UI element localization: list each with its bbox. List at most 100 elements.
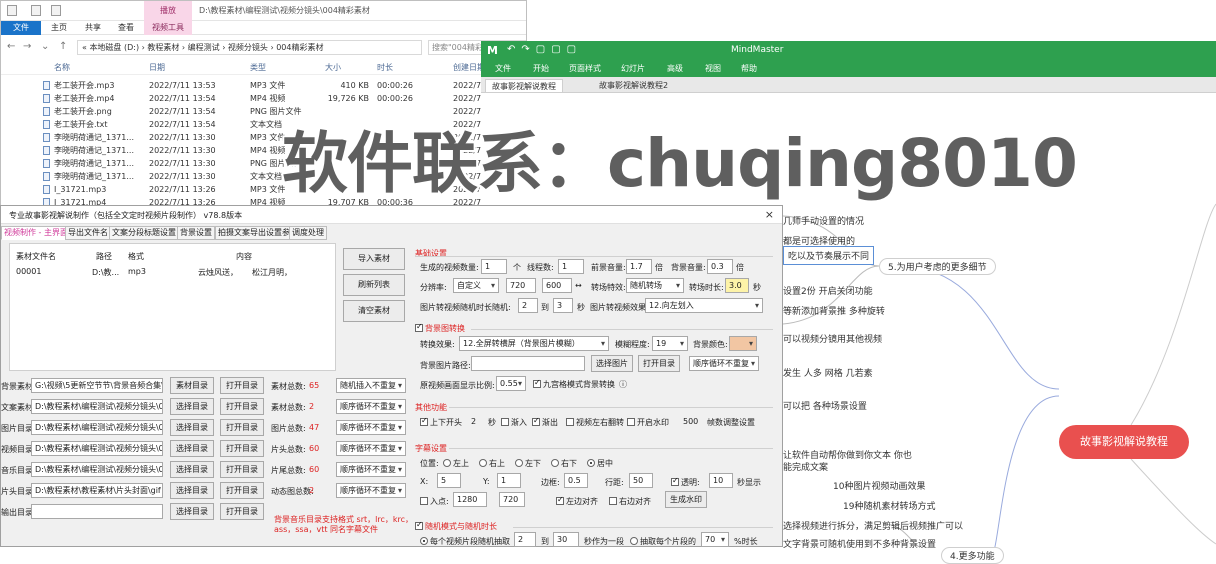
y-input[interactable]: 1 — [497, 473, 521, 488]
menu-help[interactable]: 帮助 — [741, 63, 757, 74]
recent-icon[interactable]: ⌄ — [41, 41, 49, 52]
open-dir-button[interactable]: 打开目录 — [220, 461, 264, 478]
col-name[interactable]: 名称 — [54, 62, 70, 73]
refresh-list-button[interactable]: 刷新列表 — [343, 274, 405, 296]
generate-watermark-button[interactable]: 生成水印 — [665, 491, 707, 508]
menu-page-style[interactable]: 页面样式 — [569, 63, 601, 74]
doc-tab-2[interactable]: 故事影视解说教程2 — [593, 79, 674, 92]
order-select[interactable]: 顺序循环不重复 — [336, 483, 406, 498]
select-dir-button[interactable]: 选择目录 — [170, 461, 214, 478]
random-checkbox[interactable] — [415, 520, 423, 530]
order-select[interactable]: 随机插入不重复 — [336, 378, 406, 393]
subtopic-14[interactable]: 文字背景可随机使用到不多种背景设置 — [783, 537, 936, 550]
open-dir-button[interactable]: 打开目录 — [220, 482, 264, 499]
quick-access-toolbar[interactable]: ↶↷▢▢▢ — [507, 44, 582, 55]
fade-out-checkbox[interactable]: 渐出 — [532, 416, 558, 428]
subtopic-7[interactable]: 发生 人多 网格 几若素 — [783, 366, 873, 379]
back-icon[interactable]: ← — [7, 41, 15, 52]
pos-top-right[interactable]: 右上 — [479, 458, 505, 469]
align-left-checkbox[interactable]: 左边对齐 — [556, 495, 598, 507]
menu-file[interactable]: 文件 — [495, 63, 511, 74]
front-volume-input[interactable]: 1.7 — [626, 259, 652, 274]
import-material-button[interactable]: 导入素材 — [343, 248, 405, 270]
alpha-checkbox[interactable]: 透明: — [671, 476, 700, 488]
transition-select[interactable]: 随机转场 — [626, 278, 684, 293]
random-segment-radio[interactable]: 每个视频片段随机抽取 — [420, 536, 510, 547]
central-topic[interactable]: 故事影视解说教程 — [1059, 425, 1189, 459]
x-input[interactable]: 5 — [437, 473, 461, 488]
opt-head-checkbox[interactable]: 上下开头 — [420, 416, 462, 428]
subtopic-11[interactable]: 10种图片视频动画效果 — [833, 479, 925, 492]
subtopic-4[interactable]: 设置2份 开启关闭功能 — [783, 284, 873, 297]
ribbon-view-tab[interactable]: 查看 — [118, 21, 134, 35]
bg-path-input[interactable] — [471, 356, 585, 371]
open-dir-button[interactable]: 打开目录 — [220, 398, 264, 415]
tab-schedule[interactable]: 调度处理 — [289, 226, 327, 240]
select-dir-button[interactable]: 选择目录 — [170, 398, 214, 415]
bg-color-picker[interactable] — [729, 336, 757, 351]
quick-access-icon[interactable] — [7, 5, 17, 16]
pic-max-input[interactable]: 3 — [553, 298, 573, 313]
col-date[interactable]: 日期 — [149, 62, 165, 73]
frame-value[interactable]: 500 — [683, 417, 698, 426]
ribbon-video-tools-tab[interactable]: 视频工具 — [144, 21, 192, 35]
close-icon[interactable]: × — [765, 208, 774, 221]
open-dir-button[interactable]: 打开目录 — [220, 503, 264, 520]
select-dir-button[interactable]: 选择目录 — [170, 440, 214, 457]
open-dir-button[interactable]: 打开目录 — [220, 440, 264, 457]
col-duration[interactable]: 时长 — [377, 62, 393, 73]
extract-percent-radio[interactable]: 抽取每个片段的 — [630, 536, 696, 547]
grid-mode-checkbox[interactable]: 九宫格模式背景转换ⓘ — [533, 378, 627, 390]
help-icon[interactable]: ⓘ — [619, 380, 627, 389]
subtopic-6[interactable]: 可以视频分镜用其他视频 — [783, 332, 882, 345]
forward-icon[interactable]: → — [23, 41, 31, 52]
up-icon[interactable]: ↑ — [59, 41, 67, 52]
subtopic-13[interactable]: 选择视频进行拆分，满足剪辑后视频推广可以 — [783, 519, 963, 532]
material-list[interactable]: 素材文件名 路径 格式 内容 00001 D:\教... mp3 云烛风送， 松… — [9, 243, 336, 371]
gen-count-input[interactable]: 1 — [481, 259, 507, 274]
select-dir-button[interactable]: 选择目录 — [170, 503, 214, 520]
pic-effect-select[interactable]: 12.向左划入 — [645, 298, 763, 313]
menu-advanced[interactable]: 高级 — [667, 63, 683, 74]
subtopic-10[interactable]: 能完成文案 — [783, 460, 828, 473]
height-input[interactable]: 600 — [542, 278, 572, 293]
open-bg-dir-button[interactable]: 打开目录 — [638, 355, 680, 372]
random-max-input[interactable]: 30 — [553, 532, 579, 547]
menu-start[interactable]: 开始 — [533, 63, 549, 74]
dir-path-input[interactable]: D:\教程素材\教程素材\片头封面\gif — [31, 483, 163, 498]
subtopic-3-selected[interactable]: 吃以及节奏展示不同 — [783, 246, 875, 265]
ribbon-file-tab[interactable]: 文件 — [1, 21, 41, 35]
context-tab-play[interactable]: 播放 — [144, 1, 192, 21]
pick-image-button[interactable]: 选择图片 — [591, 355, 633, 372]
in-point-checkbox[interactable]: 入点: — [420, 496, 449, 507]
pic-min-input[interactable]: 2 — [518, 298, 538, 313]
extract-percent-select[interactable]: 70 — [701, 532, 729, 547]
dir-path-input[interactable] — [31, 504, 163, 519]
in-height-input[interactable]: 720 — [499, 492, 525, 507]
col-type[interactable]: 类型 — [250, 62, 266, 73]
align-right-checkbox[interactable]: 右边对齐 — [609, 496, 651, 507]
flip-checkbox[interactable]: 视频左右翻转 — [566, 417, 624, 428]
dir-path-input[interactable]: G:\视频\5更新空节节\背景音频合集\ — [31, 378, 163, 393]
menu-slides[interactable]: 幻灯片 — [621, 63, 645, 74]
open-dir-button[interactable]: 打开目录 — [220, 377, 264, 394]
dir-path-input[interactable]: D:\教程素材\编程测试\视频分镜头\00 — [31, 399, 163, 414]
order-select[interactable]: 顺序循环不重复 — [336, 420, 406, 435]
subtopic-8[interactable]: 可以把 各种场景设置 — [783, 399, 867, 412]
doc-tab-1[interactable]: 故事影视解说教程 — [485, 79, 563, 92]
subtopic-12[interactable]: 19种随机素材转场方式 — [843, 499, 935, 512]
tab-background[interactable]: 背景设置 — [177, 226, 215, 240]
clear-material-button[interactable]: 清空素材 — [343, 300, 405, 322]
transition-duration-input[interactable]: 3.0 — [725, 278, 749, 293]
properties-icon[interactable] — [31, 5, 41, 16]
select-dir-button[interactable]: 选择目录 — [170, 482, 214, 499]
dir-path-input[interactable]: D:\教程素材\编程测试\视频分镜头\00 — [31, 441, 163, 456]
spacing-input[interactable]: 50 — [629, 473, 653, 488]
border-input[interactable]: 0.5 — [564, 473, 588, 488]
tab-export-name[interactable]: 导出文件名 — [65, 226, 111, 240]
topic-5-more-details[interactable]: 5.为用户考虑的更多细节 — [879, 258, 996, 275]
order-select[interactable]: 顺序循环不重复 — [336, 399, 406, 414]
bg-order-select[interactable]: 顺序循环不重复 — [689, 356, 759, 371]
bg-convert-checkbox[interactable] — [415, 322, 423, 332]
new-folder-icon[interactable] — [51, 5, 61, 16]
